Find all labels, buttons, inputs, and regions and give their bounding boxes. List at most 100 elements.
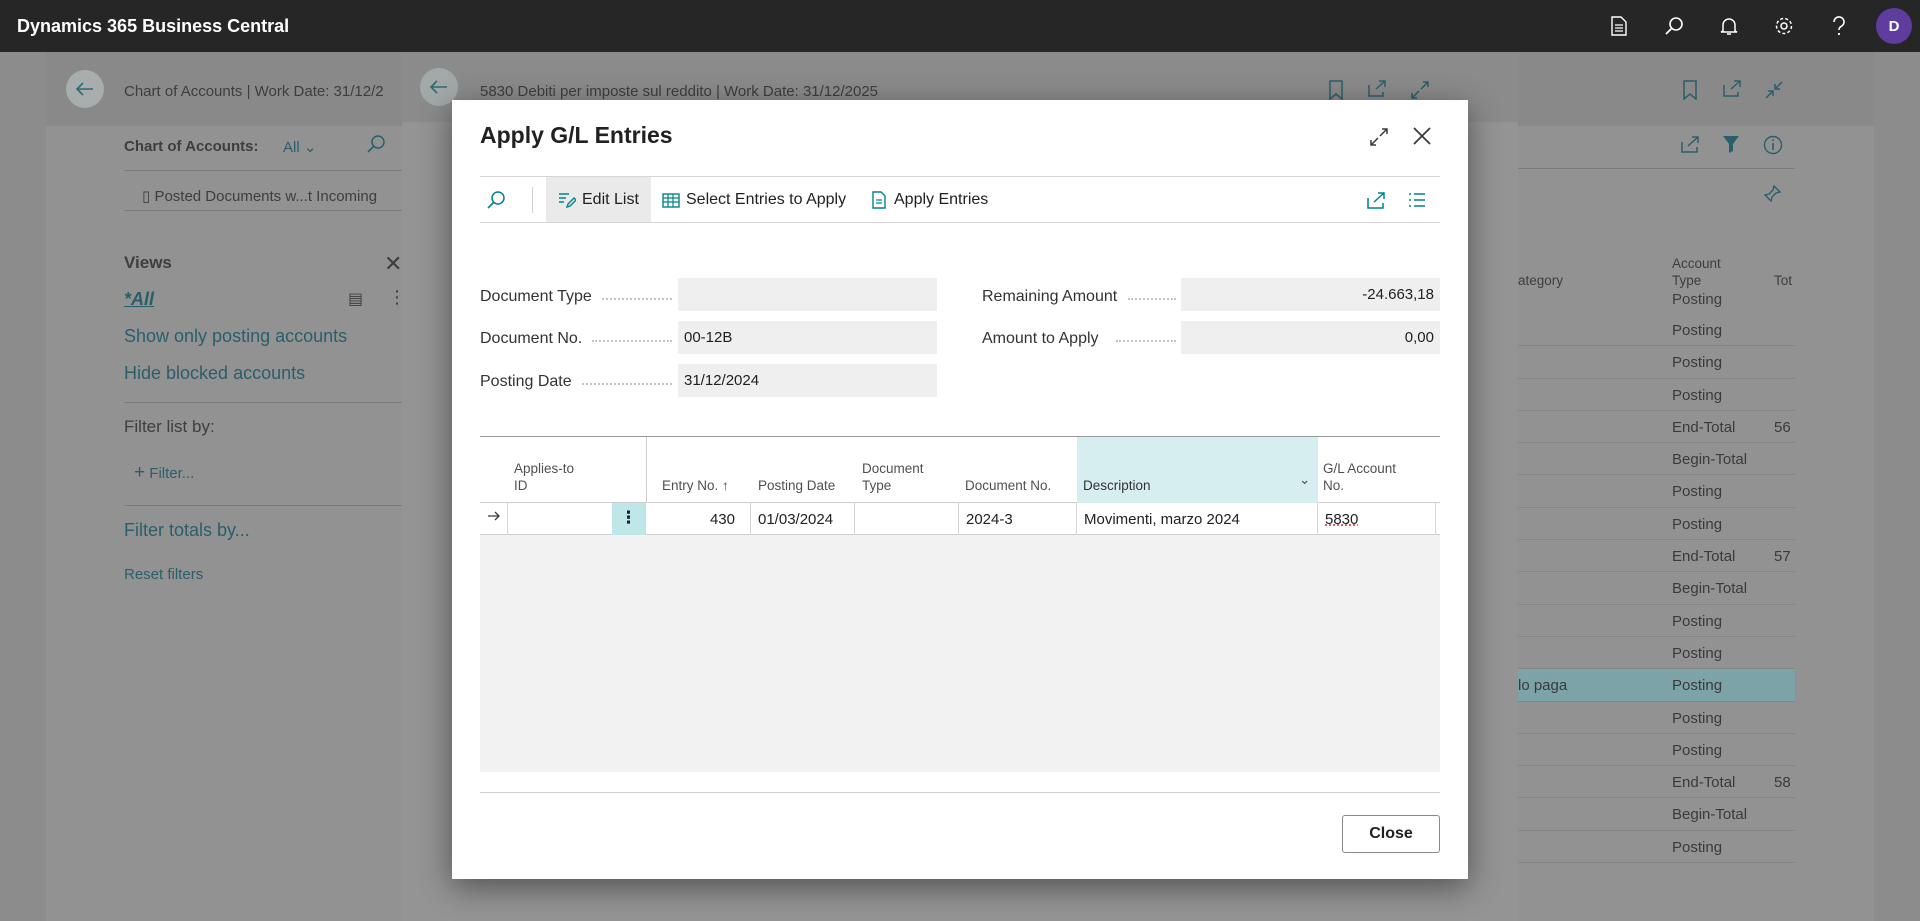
list-item[interactable]: End-Total 58 [1518, 766, 1795, 799]
list-item[interactable]: Posting [1518, 314, 1795, 347]
dotted-leader [592, 340, 672, 342]
list-view-icon[interactable] [1408, 177, 1432, 222]
dotted-leader [602, 298, 672, 300]
posted-documents-action[interactable]: ▯ Posted Documents w...t Incoming [142, 187, 377, 205]
app-bar: Dynamics 365 Business Central D [0, 0, 1920, 52]
info-icon[interactable] [1763, 135, 1783, 160]
close-button[interactable]: Close [1342, 815, 1440, 853]
edit-list-icon [559, 192, 576, 208]
applies-to-id-header-line2: ID [514, 478, 528, 493]
help-icon[interactable] [1811, 0, 1866, 52]
edit-view-icon[interactable]: ▤ [348, 289, 363, 309]
cell-document-type [855, 503, 959, 535]
cell-posting-date: 01/03/2024 [751, 503, 855, 535]
list-item[interactable]: Posting [1518, 605, 1795, 637]
cell-document-no: 2024-3 [959, 503, 1077, 535]
list-item[interactable]: Posting [1518, 508, 1795, 541]
row-account-type: End-Total [1672, 418, 1736, 436]
filter-totals-by[interactable]: Filter totals by... [124, 520, 250, 541]
search-icon[interactable] [1646, 0, 1701, 52]
column-applies-to-id[interactable]: Applies-to ID [514, 460, 574, 494]
divider [124, 170, 404, 171]
remaining-amount-label: Remaining Amount [982, 288, 1118, 305]
row-account-type: Posting [1672, 838, 1723, 856]
column-total: Tot [1774, 273, 1793, 288]
list-item[interactable]: lo paga Posting [1518, 669, 1795, 702]
middle-breadcrumb: 5830 Debiti per imposte sul reddito | Wo… [480, 83, 879, 100]
pin-filter-icon[interactable] [1763, 184, 1782, 207]
list-item[interactable]: Posting [1518, 637, 1795, 670]
row-account-type: Posting [1672, 386, 1723, 404]
view-all[interactable]: *All [124, 289, 154, 310]
filter-icon[interactable] [1722, 135, 1740, 158]
column-divider [646, 437, 647, 503]
bookmark-icon[interactable] [1682, 80, 1698, 105]
table-row[interactable]: ⋮ 430 01/03/2024 2024-3 Movimenti, marzo… [480, 503, 1440, 535]
list-item[interactable]: Posting [1518, 379, 1795, 411]
list-item[interactable]: Posting [1518, 346, 1795, 379]
list-item[interactable]: Begin-Total [1518, 443, 1795, 476]
row-account-type: End-Total [1672, 548, 1736, 566]
divider [1518, 168, 1795, 169]
search-icon[interactable] [366, 134, 386, 159]
chevron-down-icon[interactable]: ⌄ [1299, 471, 1310, 488]
close-icon[interactable] [1406, 120, 1438, 152]
app-title[interactable]: Dynamics 365 Business Central [17, 16, 289, 37]
open-new-window-icon[interactable] [1722, 80, 1742, 103]
edit-list-button[interactable]: Edit List [546, 177, 651, 222]
document-type-header-line1: Document [862, 461, 924, 476]
row-category: lo paga [1518, 677, 1568, 695]
search-icon[interactable] [486, 177, 518, 222]
add-filter-button[interactable]: + Filter... [134, 462, 194, 484]
table-select-icon [662, 192, 680, 208]
document-type-header-line2: Type [862, 478, 892, 493]
gl-account-header-line1: G/L Account [1323, 461, 1397, 476]
cell-applies-to-id[interactable] [508, 503, 614, 535]
close-icon[interactable]: ✕ [384, 251, 402, 277]
list-item[interactable]: End-Total 57 [1518, 540, 1795, 573]
avatar[interactable]: D [1876, 8, 1912, 44]
row-account-type: Posting [1672, 322, 1723, 339]
select-entries-to-apply-button[interactable]: Select Entries to Apply [662, 177, 846, 222]
collapse-icon[interactable] [1764, 80, 1784, 105]
apply-entries-button[interactable]: Apply Entries [870, 177, 988, 222]
column-document-type[interactable]: Document Type [862, 460, 924, 494]
column-document-no[interactable]: Document No. [965, 477, 1051, 494]
row-account-type: Begin-Total [1672, 580, 1748, 598]
list-item[interactable]: Posting [1518, 475, 1795, 508]
column-entry-no[interactable]: Entry No. ↑ [662, 477, 729, 494]
list-item[interactable]: Posting [1518, 702, 1795, 734]
list-filter-all[interactable]: All ⌄ [283, 138, 316, 156]
list-item[interactable]: Begin-Total [1518, 798, 1795, 831]
edit-list-label: Edit List [582, 190, 639, 208]
filter-list-by: Filter list by: [124, 417, 215, 436]
gear-icon[interactable] [1756, 0, 1811, 52]
column-gl-account-no[interactable]: G/L Account No. [1323, 460, 1396, 494]
amount-to-apply-label: Amount to Apply [982, 330, 1099, 347]
list-item[interactable]: End-Total 56 [1518, 411, 1795, 444]
apply-gl-entries-dialog: Apply G/L Entries Edit List Select Entri… [452, 100, 1468, 879]
row-actions-icon[interactable]: ⋮ [612, 503, 646, 535]
view-hide-blocked[interactable]: Hide blocked accounts [124, 363, 305, 384]
column-description[interactable]: Description [1083, 477, 1151, 494]
list-item[interactable]: Posting [1518, 734, 1795, 767]
partial-row-type: Posting [1672, 291, 1723, 308]
expand-icon[interactable] [1364, 122, 1394, 152]
reset-filters-link[interactable]: Reset filters [124, 566, 203, 583]
cell-gl-account-no[interactable]: 5830 [1318, 503, 1436, 535]
row-total: 58 [1774, 774, 1791, 792]
share-icon[interactable] [1366, 177, 1392, 222]
document-icon[interactable] [1591, 0, 1646, 52]
accounts-list: Posting Posting Posting End-Total 56 Begin-To… [1518, 314, 1795, 864]
back-button[interactable] [66, 70, 104, 108]
view-posting-accounts[interactable]: Show only posting accounts [124, 326, 347, 347]
posting-date-field: 31/12/2024 [678, 364, 937, 397]
row-account-type: Posting [1672, 741, 1723, 759]
list-item[interactable]: Begin-Total [1518, 572, 1795, 605]
share-icon[interactable] [1680, 135, 1700, 158]
bell-icon[interactable] [1701, 0, 1756, 52]
column-posting-date[interactable]: Posting Date [758, 477, 835, 494]
views-title: Views [124, 253, 172, 272]
cell-entry-no: 430 [646, 503, 751, 535]
list-item[interactable]: Posting [1518, 831, 1795, 864]
